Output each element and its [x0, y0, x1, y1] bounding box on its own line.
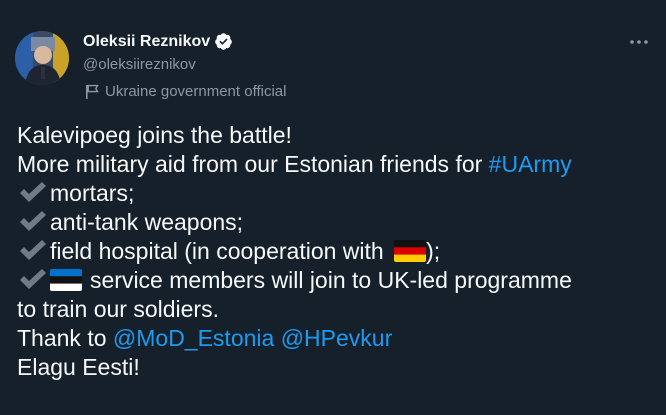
tweet-text-segment: Elagu Eesti!	[17, 354, 140, 380]
heavy-check-mark-icon	[20, 240, 46, 260]
tweet-text-segment: Thank to	[17, 325, 113, 351]
government-label[interactable]: Ukraine government official	[85, 83, 286, 100]
tweet-line: to train our soldiers.	[17, 295, 657, 324]
hashtag-link[interactable]: #UArmy	[489, 151, 572, 177]
flag-icon	[86, 84, 99, 99]
tweet-text-segment: field hospital (in cooperation with	[50, 238, 391, 264]
author-name-text[interactable]: Oleksii Reznikov	[83, 33, 210, 51]
more-icon[interactable]	[626, 34, 652, 50]
tweet-list-item: anti-tank weapons;	[17, 208, 657, 237]
mention-link[interactable]: @MoD_Estonia	[113, 325, 274, 351]
tweet-line: Elagu Eesti!	[17, 353, 657, 382]
tweet-list-item: service members will join to UK-led prog…	[17, 266, 657, 295]
tweet: Oleksii Reznikov @oleksiireznikov Ukrain…	[0, 0, 666, 415]
heavy-check-mark-icon	[20, 211, 46, 231]
tweet-text-segment: More military aid from our Estonian frie…	[17, 151, 489, 177]
tweet-text-segment: service members will join to UK-led prog…	[90, 267, 572, 293]
estonia-flag-icon	[50, 269, 82, 291]
tweet-text-segment: mortars;	[50, 180, 135, 206]
tweet-list-item: field hospital (in cooperation with );	[17, 237, 657, 266]
tweet-text-segment: to train our soldiers.	[17, 296, 219, 322]
author-name[interactable]: Oleksii Reznikov	[83, 32, 233, 51]
tweet-line: More military aid from our Estonian frie…	[17, 150, 657, 179]
author-handle[interactable]: @oleksiireznikov	[83, 56, 196, 73]
tweet-text-segment: Kalevipoeg joins the battle!	[17, 122, 292, 148]
verified-badge-icon	[215, 33, 232, 50]
avatar[interactable]	[15, 31, 69, 85]
mention-link[interactable]: @HPevkur	[281, 325, 393, 351]
government-label-text: Ukraine government official	[105, 83, 287, 100]
tweet-text: Kalevipoeg joins the battle! More milita…	[17, 121, 657, 382]
heavy-check-mark-icon	[20, 182, 46, 202]
germany-flag-icon	[394, 240, 427, 262]
tweet-list-item: mortars;	[17, 179, 657, 208]
heavy-check-mark-icon	[20, 269, 46, 289]
tweet-line: Thank to @MoD_Estonia @HPevkur	[17, 324, 657, 353]
tweet-line: Kalevipoeg joins the battle!	[17, 121, 657, 150]
tweet-text-segment: );	[426, 238, 441, 264]
tweet-text-segment: anti-tank weapons;	[50, 209, 244, 235]
